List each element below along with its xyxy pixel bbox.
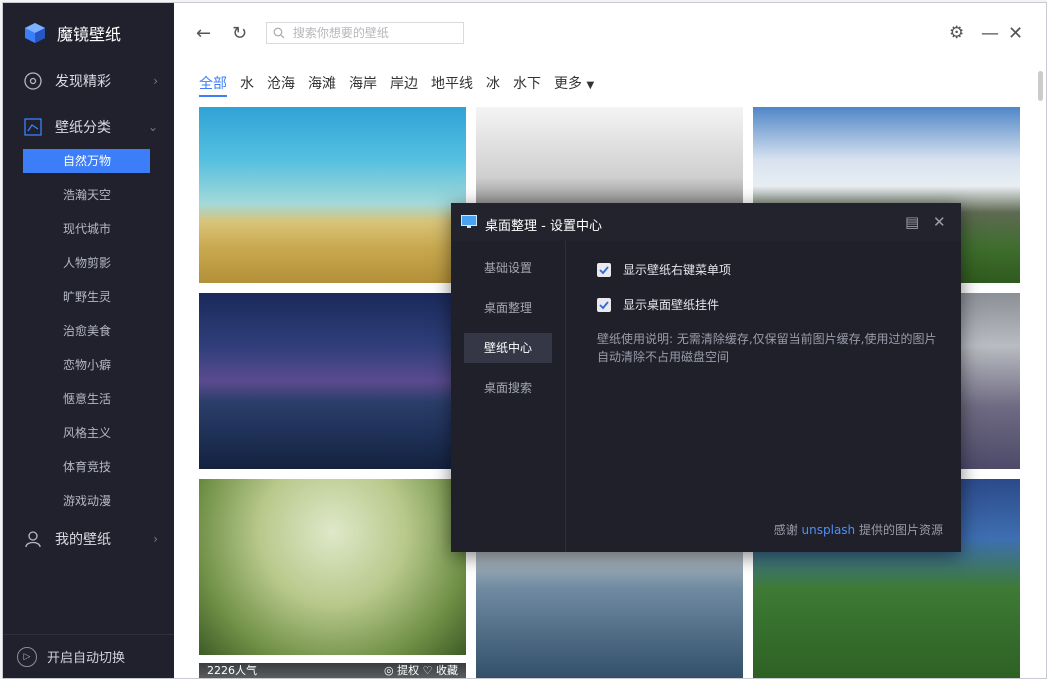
app-name: 魔镜壁纸	[57, 25, 122, 44]
dialog-header: 桌面整理 - 设置中心 ▤ ✕	[451, 203, 961, 241]
search-input[interactable]	[290, 25, 463, 41]
category-item[interactable]: 体育竞技	[23, 455, 150, 479]
credit-suffix: 提供的图片资源	[858, 523, 943, 537]
app-logo-icon	[25, 23, 45, 43]
chevron-right-icon: ›	[153, 74, 158, 88]
dialog-tab-search[interactable]: 桌面搜索	[464, 373, 552, 403]
caret-down-icon: ▼	[586, 80, 595, 91]
credit-prefix: 感谢	[773, 523, 798, 537]
tab-sea[interactable]: 沧海	[267, 73, 295, 97]
dialog-title: 桌面整理 - 设置中心	[485, 219, 602, 234]
category-item[interactable]: 现代城市	[23, 217, 150, 241]
back-arrow-icon[interactable]: ←	[196, 23, 211, 44]
option-widget[interactable]: 显示桌面壁纸挂件	[597, 296, 719, 313]
wallpaper-tile[interactable]	[199, 479, 466, 655]
tab-water[interactable]: 水	[240, 73, 254, 97]
wallpaper-tile[interactable]	[199, 107, 466, 283]
category-item[interactable]: 惬意生活	[23, 387, 150, 411]
auto-switch-label: 开启自动切换	[47, 651, 126, 666]
search-box[interactable]	[266, 22, 464, 44]
tab-horizon[interactable]: 地平线	[431, 73, 473, 97]
dialog-tab-desktop[interactable]: 桌面整理	[464, 293, 552, 323]
category-item[interactable]: 恋物小癖	[23, 353, 150, 377]
category-tabs: 全部 水 沧海 海滩 海岸 岸边 地平线 冰 水下 更多 ▼	[199, 73, 594, 97]
wallpaper-tile[interactable]: 2226人气 ◎ 提权 ♡ 收藏	[199, 663, 466, 678]
category-item[interactable]: 浩瀚天空	[23, 183, 150, 207]
category-item[interactable]: 人物剪影	[23, 251, 150, 275]
minimize-icon[interactable]: —	[981, 23, 999, 44]
dialog-sidebar: 基础设置 桌面整理 壁纸中心 桌面搜索	[451, 241, 566, 552]
nav-my-wallpapers[interactable]: 我的壁纸 ›	[23, 529, 158, 549]
scrollbar[interactable]	[1038, 71, 1043, 101]
popularity-count: 2226人气	[207, 664, 257, 677]
chevron-down-icon: ⌄	[147, 120, 158, 134]
tab-more[interactable]: 更多 ▼	[554, 73, 594, 97]
dialog-close-icon[interactable]: ✕	[933, 213, 946, 231]
credit-line: 感谢 unsplash 提供的图片资源	[774, 521, 943, 538]
refresh-icon[interactable]: ↻	[232, 23, 247, 44]
tab-all[interactable]: 全部	[199, 73, 227, 97]
monitor-icon	[461, 215, 477, 228]
chevron-right-icon: ›	[153, 532, 158, 546]
gear-icon[interactable]: ⚙	[949, 23, 964, 43]
tile-caption: 2226人气 ◎ 提权 ♡ 收藏	[199, 663, 466, 678]
nav-categories[interactable]: 壁纸分类 ⌄	[23, 117, 158, 137]
category-item[interactable]: 风格主义	[23, 421, 150, 445]
nav-discover-label: 发现精彩	[55, 74, 111, 90]
category-item[interactable]: 旷野生灵	[23, 285, 150, 309]
auto-switch-button[interactable]: ▷ 开启自动切换	[3, 634, 174, 678]
nav-discover[interactable]: 发现精彩 ›	[23, 71, 158, 91]
nav-my-wallpapers-label: 我的壁纸	[55, 532, 111, 548]
category-item[interactable]: 游戏动漫	[23, 489, 150, 513]
unsplash-link[interactable]: unsplash	[802, 523, 856, 537]
checkbox-checked-icon[interactable]	[597, 297, 611, 312]
tab-shore[interactable]: 岸边	[390, 73, 418, 97]
usage-note: 壁纸使用说明: 无需清除缓存,仅保留当前图片缓存,使用过的图片自动清除不占用磁盘…	[597, 332, 937, 364]
settings-dialog: 桌面整理 - 设置中心 ▤ ✕ 基础设置 桌面整理 壁纸中心 桌面搜索 显示壁纸…	[451, 203, 961, 552]
category-item[interactable]: 自然万物	[23, 149, 150, 173]
sidebar: 魔镜壁纸 发现精彩 › 壁纸分类 ⌄ 自然万物 浩瀚天空 现代城市 人物剪影 旷…	[3, 3, 174, 678]
option-label: 显示壁纸右键菜单项	[623, 263, 732, 277]
dialog-tab-basic[interactable]: 基础设置	[464, 253, 552, 283]
dialog-tab-wallpaper[interactable]: 壁纸中心	[464, 333, 552, 363]
play-icon: ▷	[17, 646, 37, 667]
tab-ice[interactable]: 冰	[486, 73, 500, 97]
top-bar: ← ↻ ⚙ — ✕	[174, 3, 1046, 63]
option-label: 显示桌面壁纸挂件	[623, 298, 720, 312]
tab-coast[interactable]: 海岸	[349, 73, 377, 97]
brand: 魔镜壁纸	[23, 21, 121, 45]
search-icon	[273, 27, 285, 39]
tab-beach[interactable]: 海滩	[308, 73, 336, 97]
tab-more-label: 更多	[554, 76, 582, 92]
close-icon[interactable]: ✕	[1008, 23, 1023, 44]
tab-underwater[interactable]: 水下	[513, 73, 541, 97]
checkbox-checked-icon[interactable]	[597, 262, 611, 277]
tile-actions[interactable]: ◎ 提权 ♡ 收藏	[384, 663, 458, 678]
user-icon	[25, 531, 41, 548]
feedback-icon[interactable]: ▤	[905, 213, 919, 231]
app-window: 魔镜壁纸 发现精彩 › 壁纸分类 ⌄ 自然万物 浩瀚天空 现代城市 人物剪影 旷…	[2, 2, 1047, 679]
discover-icon	[24, 72, 42, 90]
wallpaper-tile[interactable]	[199, 293, 466, 469]
map-icon	[24, 118, 42, 136]
option-context-menu[interactable]: 显示壁纸右键菜单项	[597, 261, 731, 278]
category-item[interactable]: 治愈美食	[23, 319, 150, 343]
nav-categories-label: 壁纸分类	[55, 120, 111, 136]
